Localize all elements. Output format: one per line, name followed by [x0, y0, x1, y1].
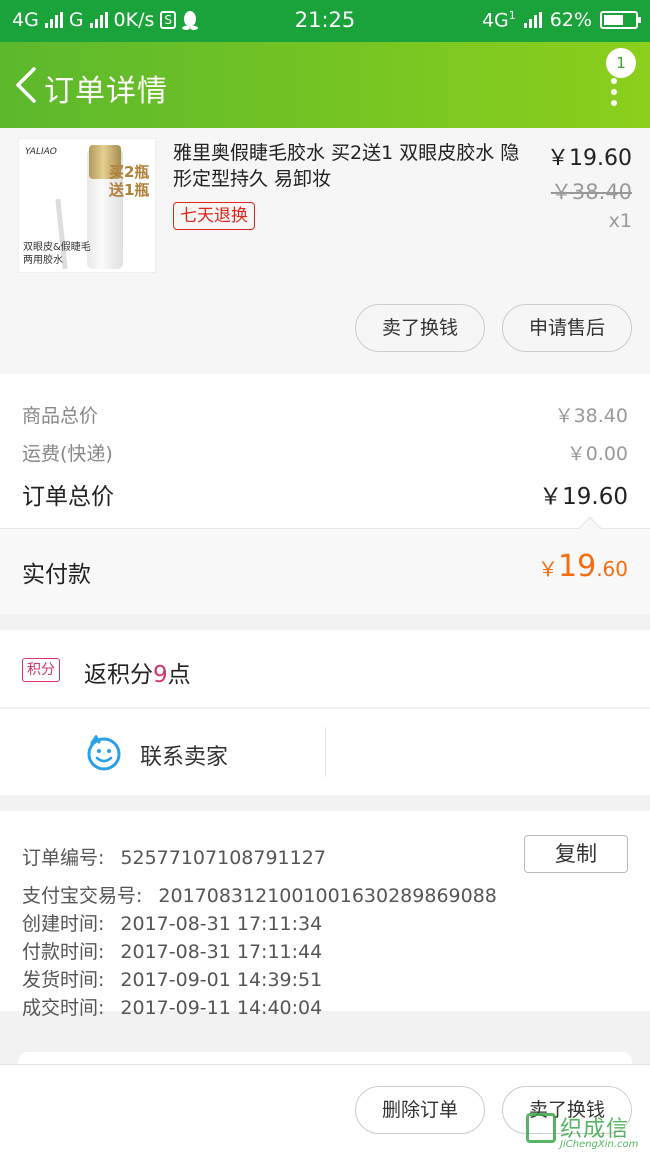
page-title: 订单详情	[44, 74, 168, 109]
status-bar: 4G G 0K/s S 21:25 4G1 62%	[0, 0, 650, 42]
order-total-label: 订单总价	[22, 484, 114, 510]
delete-order-button[interactable]: 删除订单	[355, 1086, 485, 1134]
actual-payment-row: 实付款 ￥19.60	[0, 516, 650, 614]
battery-icon	[600, 11, 641, 30]
product-original-price: ￥38.40	[550, 180, 632, 204]
shipped-time-row: 发货时间: 2017-09-01 14:39:51	[22, 969, 323, 991]
vertical-dots-icon[interactable]	[610, 78, 618, 106]
created-time-row: 创建时间: 2017-08-31 17:11:34	[22, 913, 323, 935]
return-policy-badge: 七天退换	[173, 202, 255, 230]
divider	[325, 727, 326, 777]
signal-right-icon	[523, 12, 542, 29]
goods-total-row: 商品总价 ￥38.40	[22, 401, 628, 428]
goods-total-label: 商品总价	[22, 405, 99, 427]
chevron-left-icon[interactable]	[14, 66, 38, 104]
points-tag: 积分	[22, 658, 60, 682]
actual-payment-label: 实付款	[22, 562, 91, 588]
product-quantity: x1	[608, 210, 632, 232]
watermark: 织成信 JiChengXin.com	[526, 1107, 644, 1153]
chat-smile-icon	[87, 735, 121, 771]
shipping-value: ￥0.00	[566, 443, 628, 465]
shipping-row: 运费(快递) ￥0.00	[22, 439, 628, 466]
order-number-row: 订单编号: 52577107108791127	[22, 847, 326, 869]
paid-time-row: 付款时间: 2017-08-31 17:11:44	[22, 941, 323, 963]
watermark-url: JiChengXin.com	[560, 1139, 639, 1150]
app-header: 订单详情 1	[0, 42, 650, 128]
order-total-row: 订单总价 ￥19.60	[22, 477, 628, 511]
product-image-promo: 买2瓶 送1瓶	[109, 163, 150, 199]
product-thumbnail[interactable]: YALIAO 买2瓶 送1瓶 双眼皮&假睫毛 两用胶水	[18, 138, 156, 273]
product-price: ￥19.60	[547, 146, 632, 171]
order-total-value: ￥19.60	[539, 484, 628, 510]
after-sale-button[interactable]: 申请售后	[502, 304, 632, 352]
order-info: 订单编号: 52577107108791127 复制 支付宝交易号: 2017083…	[0, 811, 650, 1019]
product-card[interactable]: YALIAO 买2瓶 送1瓶 双眼皮&假睫毛 两用胶水 雅里奥假睫毛胶水 买2送…	[0, 128, 650, 374]
contact-section: 联系卖家	[0, 709, 650, 795]
status-right: 4G1 62%	[481, 9, 641, 32]
product-image-caption: 双眼皮&假睫毛 两用胶水	[23, 242, 91, 266]
product-title[interactable]: 雅里奥假睫毛胶水 买2送1 双眼皮胶水 隐形定型持久 易卸妆	[173, 140, 523, 192]
goods-total-value: ￥38.40	[554, 405, 628, 427]
contact-seller-button[interactable]: 联系卖家	[0, 709, 325, 795]
sell-for-cash-button[interactable]: 卖了换钱	[355, 304, 485, 352]
price-summary: 商品总价 ￥38.40 运费(快递) ￥0.00 订单总价 ￥19.60	[0, 374, 650, 528]
points-text: 返积分9点	[84, 662, 191, 688]
watermark-logo-icon	[526, 1113, 556, 1143]
network-right-label: 4G1	[481, 9, 516, 32]
alipay-number-row: 支付宝交易号: 2017083121001001630289869088	[22, 885, 497, 907]
shipping-label: 运费(快递)	[22, 443, 113, 465]
notification-badge: 1	[606, 48, 636, 78]
completed-time-row: 成交时间: 2017-09-11 14:40:04	[22, 997, 323, 1019]
contact-seller-label: 联系卖家	[140, 745, 229, 770]
battery-percent: 62%	[549, 9, 592, 32]
product-image-logo: YALIAO	[25, 147, 57, 157]
actual-payment-value: ￥19.60	[538, 549, 628, 584]
copy-button[interactable]: 复制	[524, 835, 628, 873]
points-row: 积分 返积分9点	[0, 630, 650, 708]
